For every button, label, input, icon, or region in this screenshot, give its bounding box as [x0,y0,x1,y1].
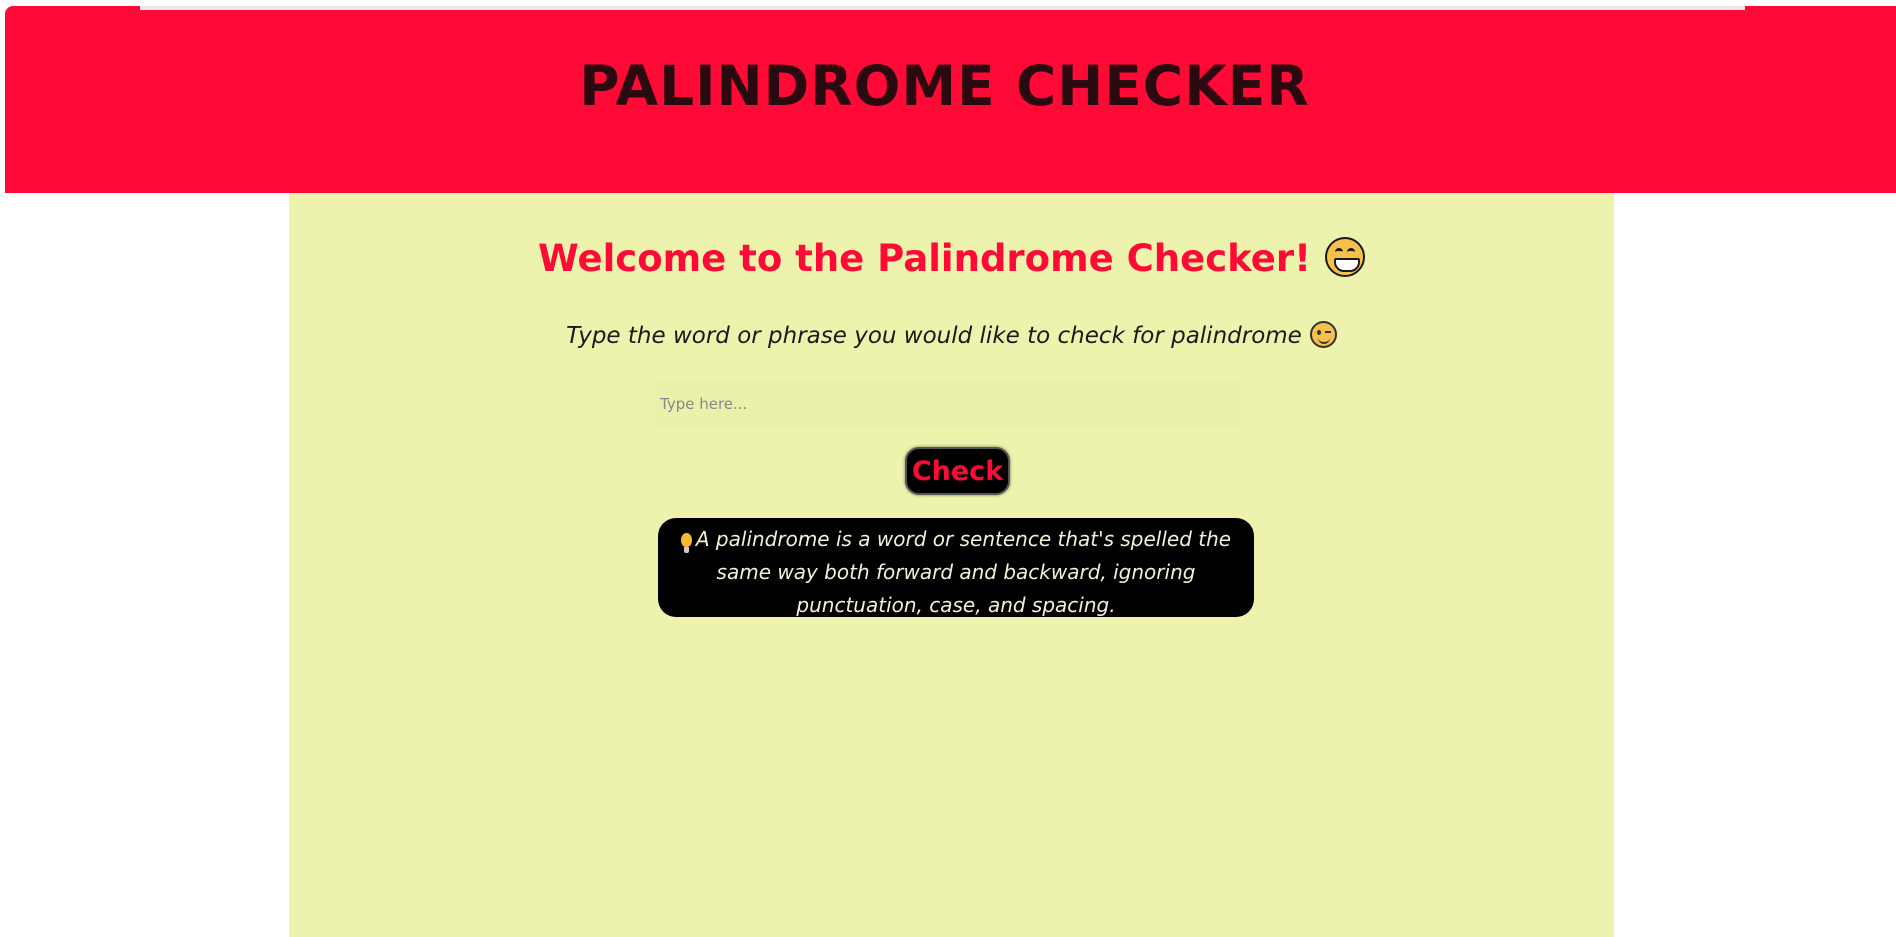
winking-face-icon [1309,321,1337,348]
light-bulb-icon [680,533,692,553]
browser-edge-divider [140,6,1745,10]
app-window: PALINDROME CHECKER Welcome to the Palind… [5,6,1896,937]
page-title: PALINDROME CHECKER [579,54,1310,118]
info-text: A palindrome is a word or sentence that'… [695,527,1232,617]
info-box: A palindrome is a word or sentence that'… [658,518,1254,617]
instruction-text: Type the word or phrase you would like t… [289,321,1614,349]
check-button[interactable]: Check [905,447,1010,495]
text-input[interactable] [650,380,1240,427]
welcome-text: Welcome to the Palindrome Checker! [538,237,1311,280]
welcome-heading: Welcome to the Palindrome Checker! [289,237,1614,280]
prompt-text: Type the word or phrase you would like t… [566,323,1302,349]
grinning-face-icon [1324,237,1365,277]
header-bar: PALINDROME CHECKER [5,6,1896,193]
main-panel: Welcome to the Palindrome Checker! Type … [289,193,1614,937]
